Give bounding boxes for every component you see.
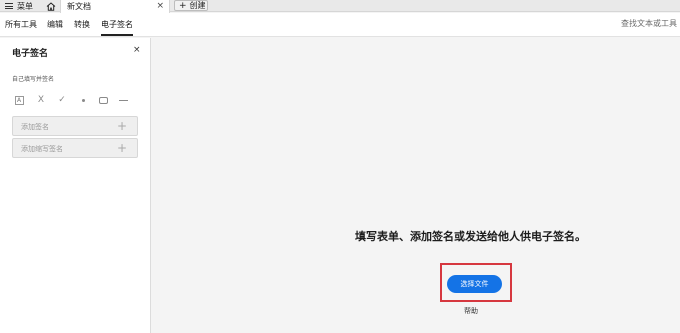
home-icon: [46, 1, 56, 11]
add-signature-label: 添加签名: [21, 123, 49, 131]
main-content: 填写表单、添加签名或发送给他人供电子签名。 选择文件 帮助: [152, 38, 680, 333]
tab-bar: 菜单 新文档 × + 创建: [0, 0, 680, 13]
cross-icon: X: [37, 95, 45, 105]
section-label: 自己填写并签名: [12, 76, 55, 83]
sign-tools: A X ✓: [12, 93, 132, 107]
text-box-icon: A: [14, 95, 24, 105]
plus-icon: +: [116, 119, 127, 133]
home-tab[interactable]: [42, 0, 60, 12]
dot-tool[interactable]: [76, 93, 90, 107]
dot-icon: [81, 98, 85, 102]
add-initials-label: 添加缩写签名: [21, 145, 63, 153]
line-icon: [118, 99, 128, 101]
tab-edit[interactable]: 编辑: [47, 19, 63, 30]
rectangle-tool[interactable]: [96, 93, 110, 107]
text-box-tool[interactable]: A: [12, 93, 26, 107]
tab-all-tools[interactable]: 所有工具: [5, 19, 37, 30]
cross-tool[interactable]: X: [34, 93, 48, 107]
checkmark-icon: ✓: [58, 95, 66, 105]
tab-e-sign[interactable]: 电子签名: [101, 19, 133, 30]
search-tools-button[interactable]: 查找文本或工具: [621, 18, 677, 29]
menu-label: 菜单: [17, 1, 33, 11]
add-initials-button[interactable]: 添加缩写签名 +: [12, 138, 138, 158]
checkmark-tool[interactable]: ✓: [55, 93, 69, 107]
help-link[interactable]: 帮助: [464, 306, 478, 316]
add-signature-button[interactable]: 添加签名 +: [12, 116, 138, 136]
hamburger-icon: [5, 3, 13, 9]
top-toolbar: 所有工具 编辑 转换 电子签名 查找文本或工具: [0, 13, 680, 37]
close-icon[interactable]: ×: [133, 45, 141, 55]
create-button[interactable]: + 创建: [174, 0, 208, 11]
e-sign-panel: 电子签名 × 自己填写并签名 A X ✓ 添加签名 + 添加缩写签名 +: [0, 38, 151, 333]
close-icon[interactable]: ×: [156, 1, 164, 11]
panel-title: 电子签名: [12, 49, 49, 59]
create-label: 创建: [189, 1, 206, 10]
tab-new-document[interactable]: 新文档 ×: [60, 0, 170, 13]
rectangle-icon: [98, 96, 108, 104]
menu-button[interactable]: 菜单: [0, 0, 42, 12]
select-file-button[interactable]: 选择文件: [447, 275, 502, 293]
active-tab-indicator: [101, 34, 133, 36]
tab-label: 新文档: [67, 2, 91, 11]
line-tool[interactable]: [116, 93, 130, 107]
instruction-text: 填写表单、添加签名或发送给他人供电子签名。: [355, 230, 586, 243]
plus-icon: +: [179, 0, 187, 11]
plus-icon: +: [116, 141, 127, 155]
tab-convert[interactable]: 转换: [74, 19, 90, 30]
